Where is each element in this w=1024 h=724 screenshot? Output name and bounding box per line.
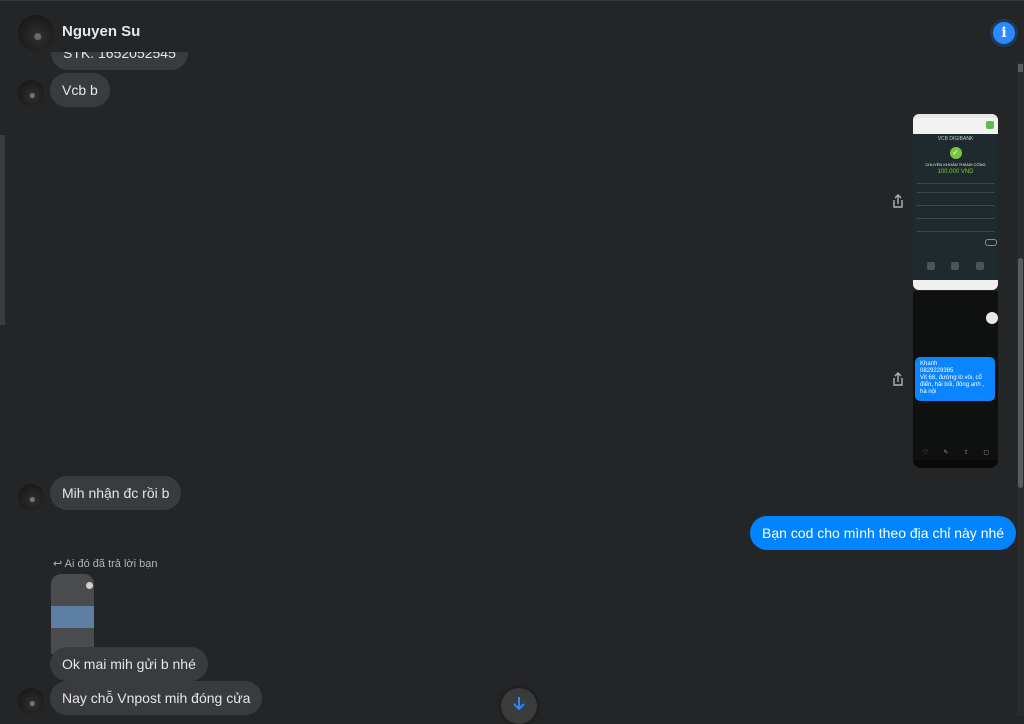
share-icon[interactable] (890, 193, 906, 209)
message-bubble[interactable]: Ok mai mih gửi b nhé (50, 647, 208, 681)
replied-image-thumbnail[interactable] (51, 574, 94, 654)
browser-bar (913, 118, 998, 134)
reply-indicator: ↩ Ai đó đã trả lời bạn (53, 558, 158, 570)
address-phone: 0829229385 (920, 368, 954, 374)
avatar[interactable] (18, 80, 44, 106)
message-bubble[interactable]: Vcb b (50, 73, 110, 107)
message-bubble[interactable]: Mih nhận đc rồi b (50, 476, 182, 510)
bank-brand: VCB DIGIBANK (937, 136, 974, 142)
chat-head (986, 312, 998, 324)
message-clip: STK: 1652052545 (51, 52, 188, 70)
address-text: Vit 68, đường lò vôi, cổ điển, hải bối, … (920, 375, 985, 395)
left-panel-edge (0, 135, 5, 325)
check-icon: ✓ (949, 147, 962, 159)
info-icon[interactable]: i (993, 22, 1015, 44)
scrollbar-thumb[interactable] (1018, 258, 1023, 488)
message-bubble-outgoing[interactable]: Bạn cod cho mình theo địa chỉ này nhé (750, 516, 1017, 550)
scrollbar-arrow-up[interactable] (1018, 64, 1023, 72)
transfer-amount: 100,000 VND (937, 169, 974, 175)
avatar[interactable] (18, 484, 44, 510)
message-bubble[interactable]: Nay chỗ Vnpost mih đóng cửa (50, 681, 263, 715)
transfer-status: CHUYỂN KHOẢN THÀNH CÔNG (925, 162, 986, 167)
scroll-to-bottom-button[interactable] (501, 688, 537, 724)
image-attachment-address[interactable]: Khanh 0829229385 Vit 68, đường lò vôi, c… (913, 291, 998, 468)
address-name: Khanh (920, 361, 938, 367)
status-bar (913, 291, 998, 296)
avatar[interactable] (18, 688, 44, 714)
share-icon[interactable] (890, 371, 906, 387)
message-bubble-truncated[interactable]: STK: 1652052545 (51, 52, 188, 70)
contact-avatar[interactable] (18, 15, 54, 51)
contact-name[interactable]: Nguyen Su (62, 23, 140, 40)
address-bubble: Khanh 0829229385 Vit 68, đường lò vôi, c… (915, 357, 995, 401)
image-attachment-bank-receipt[interactable]: VCB DIGIBANK ✓ CHUYỂN KHOẢN THÀNH CÔNG 1… (913, 114, 998, 290)
arrow-down-icon (513, 697, 525, 711)
reply-icon: ↩ (53, 558, 63, 570)
image-viewer-actions: ♡ ✎ ⇪ ▢ (923, 450, 989, 456)
